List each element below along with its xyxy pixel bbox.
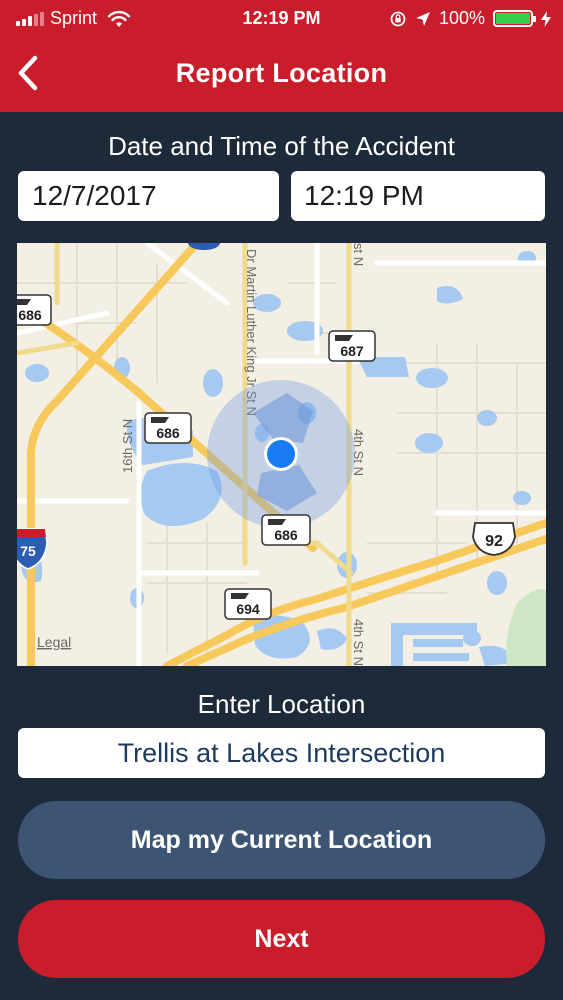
location-input[interactable]: Trellis at Lakes Intersection <box>18 728 545 778</box>
date-value: 12/7/2017 <box>32 180 157 211</box>
street-label-16th: 16th St N <box>120 419 135 473</box>
location-label: Enter Location <box>197 689 366 719</box>
map-current-location-label: Map my Current Location <box>130 825 433 854</box>
battery-percent: 100% <box>438 8 485 28</box>
svg-text:686: 686 <box>18 307 42 323</box>
svg-text:687: 687 <box>340 343 364 359</box>
status-bar: Sprint 12:19 PM 100% <box>0 0 563 36</box>
current-location-dot <box>267 440 295 468</box>
map-view[interactable]: Dr Martin Luther King Jr St N 4th St N 1… <box>17 243 546 666</box>
legal-link[interactable]: Legal <box>37 634 71 650</box>
svg-text:92: 92 <box>485 533 503 550</box>
location-arrow-icon <box>415 11 430 26</box>
shield-686-mid: 686 <box>144 412 192 444</box>
map-canvas[interactable]: Dr Martin Luther King Jr St N 4th St N 1… <box>17 243 546 666</box>
time-field[interactable]: 12:19 PM <box>291 171 545 221</box>
next-label: Next <box>254 924 309 953</box>
shield-687: 687 <box>328 330 376 362</box>
svg-text:75: 75 <box>20 543 36 559</box>
datetime-label: Date and Time of the Accident <box>108 131 455 161</box>
status-right: 100% <box>389 8 551 29</box>
battery-icon <box>493 10 536 27</box>
shield-686-left: 686 <box>17 294 52 326</box>
svg-text:686: 686 <box>156 425 180 441</box>
shield-686-center: 686 <box>261 514 311 546</box>
street-label-4th-south: 4th St N <box>351 619 366 666</box>
location-value: Trellis at Lakes Intersection <box>117 737 446 768</box>
svg-text:694: 694 <box>236 601 260 617</box>
street-label-top-fragment: st N <box>351 243 366 266</box>
time-value: 12:19 PM <box>304 180 424 211</box>
svg-text:686: 686 <box>274 527 298 543</box>
header-bar: Sprint 12:19 PM 100% Report Location <box>0 0 563 112</box>
orientation-lock-icon <box>390 11 406 26</box>
shield-694: 694 <box>224 588 272 620</box>
nav-bar: Report Location <box>0 36 563 112</box>
map-current-location-button[interactable]: Map my Current Location <box>18 801 545 879</box>
battery-level <box>496 13 530 24</box>
next-button[interactable]: Next <box>18 900 545 978</box>
charging-bolt-icon <box>541 10 551 27</box>
page-title: Report Location <box>175 58 388 88</box>
date-field[interactable]: 12/7/2017 <box>18 171 279 221</box>
